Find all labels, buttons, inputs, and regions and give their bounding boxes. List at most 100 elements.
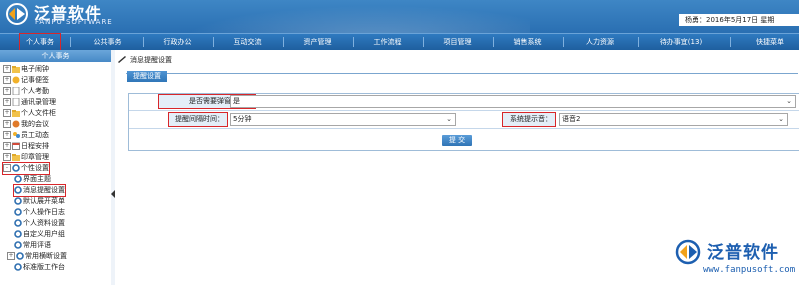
nav-divider (70, 37, 71, 47)
gear-icon (14, 208, 22, 216)
expand-icon[interactable]: + (3, 98, 11, 106)
sidebar-title: 个人事务 (0, 50, 111, 62)
sidebar-item-label: 个人文件柜 (21, 109, 56, 117)
expand-icon[interactable]: + (7, 252, 15, 260)
sidebar-item-schedule[interactable]: + 日程安排 (3, 141, 49, 152)
meeting-icon (12, 120, 20, 128)
user-info: 杨勇：2016年5月17日 星期 (679, 14, 799, 26)
collapse-icon[interactable]: - (3, 164, 11, 172)
nav-admin-office[interactable]: 行政办公 (155, 34, 200, 50)
nav-project-management[interactable]: 项目管理 (435, 34, 480, 50)
sidebar-item-label: 自定义用户组 (23, 230, 65, 238)
top-nav: 个人事务 公共事务 行政办公 互动交流 资产管理 工作流程 项目管理 销售系统 … (0, 33, 799, 51)
expand-icon[interactable]: + (3, 120, 11, 128)
watermark-brand: 泛普软件 (707, 243, 779, 263)
nav-human-resources[interactable]: 人力资源 (575, 34, 625, 50)
sidebar-item-attendance[interactable]: + 个人考勤 (3, 86, 49, 97)
nav-todo[interactable]: 待办事宜(13) (650, 34, 712, 50)
system-sound-select[interactable]: 语音2 ⌄ (559, 113, 788, 126)
sidebar-item-profile-settings[interactable]: 个人资料设置 (14, 218, 65, 229)
nav-divider (563, 37, 564, 47)
chevron-down-icon: ⌄ (786, 97, 792, 105)
sidebar-item-notes[interactable]: + 记事便签 (3, 75, 49, 86)
system-sound-value: 语音2 (562, 115, 581, 123)
gear-icon (16, 252, 24, 260)
settings-icon (12, 164, 20, 172)
sidebar-item-label: 印章管理 (21, 153, 49, 161)
sidebar-item-contacts[interactable]: + 通讯录管理 (3, 97, 56, 108)
sidebar-item-label: 个人考勤 (21, 87, 49, 95)
sidebar-item-personal-settings[interactable]: - 个性设置 (2, 162, 50, 175)
main-content: 消息提醒设置 提醒设置 是否需要弹窗提醒： 是 ⌄ 提醒间隔时间： 5分钟 ⌄ … (116, 50, 799, 285)
sidebar-item-label: 记事便签 (21, 76, 49, 84)
sidebar-splitter[interactable] (111, 50, 115, 285)
gear-icon (14, 175, 22, 183)
reminder-interval-value: 5分钟 (233, 115, 252, 123)
nav-divider (638, 37, 639, 47)
nav-divider (730, 37, 731, 47)
fanpu-watermark: 泛普软件 www.fanpusoft.com (673, 238, 799, 285)
tab-reminder-settings[interactable]: 提醒设置 (127, 71, 167, 82)
sidebar-item-workbench[interactable]: 标准版工作台 (14, 262, 65, 273)
sidebar-item-label: 通讯录管理 (21, 98, 56, 106)
sidebar-item-seal-management[interactable]: + 印章管理 (3, 152, 49, 163)
nav-quick-menu[interactable]: 快捷菜单 (745, 34, 795, 50)
row-divider (129, 110, 799, 111)
collapse-arrow-icon[interactable] (111, 190, 115, 198)
brand-english: FANPU SOFTWARE (35, 18, 113, 26)
sidebar-item-label: 我的会议 (21, 120, 49, 128)
nav-asset-management[interactable]: 资产管理 (295, 34, 340, 50)
submit-button[interactable]: 提 交 (442, 135, 472, 146)
sidebar-item-label: 界面主题 (23, 175, 51, 183)
sidebar-item-ui-theme[interactable]: 界面主题 (14, 174, 51, 185)
folder-icon (12, 110, 20, 117)
nav-divider (213, 37, 214, 47)
expand-icon[interactable]: + (3, 153, 11, 161)
gear-icon (14, 263, 22, 271)
sidebar-item-message-reminder[interactable]: 消息提醒设置 (13, 184, 66, 197)
gear-icon (14, 241, 22, 249)
chevron-down-icon: ⌄ (446, 115, 452, 123)
people-icon (13, 132, 20, 138)
sidebar-item-default-menu[interactable]: 默认展开菜单 (14, 196, 65, 207)
gear-icon (14, 219, 22, 227)
fanpu-logo-icon (6, 3, 28, 25)
nav-divider (423, 37, 424, 47)
nav-interaction[interactable]: 互动交流 (225, 34, 270, 50)
sidebar-item-label: 默认展开菜单 (23, 197, 65, 205)
sidebar-item-operation-log[interactable]: 个人操作日志 (14, 207, 65, 218)
header-decoration (150, 0, 530, 33)
sidebar-item-label: 消息提醒设置 (23, 186, 65, 194)
doc-icon (12, 87, 20, 95)
gear-icon (14, 186, 22, 194)
expand-icon[interactable]: + (3, 109, 11, 117)
sidebar-item-common-settings[interactable]: + 常用横断设置 (7, 251, 67, 262)
pencil-icon (118, 56, 126, 63)
sidebar-item-meetings[interactable]: + 我的会议 (3, 119, 49, 130)
nav-workflow[interactable]: 工作流程 (365, 34, 410, 50)
reminder-interval-select[interactable]: 5分钟 ⌄ (230, 113, 456, 126)
popup-reminder-value: 是 (233, 97, 240, 105)
calendar-icon (12, 142, 20, 150)
sidebar-item-file-cabinet[interactable]: + 个人文件柜 (3, 108, 56, 119)
expand-icon[interactable]: + (3, 131, 11, 139)
nav-divider (283, 37, 284, 47)
sidebar-item-user-groups[interactable]: 自定义用户组 (14, 229, 65, 240)
gear-icon (14, 230, 22, 238)
nav-divider (143, 37, 144, 47)
expand-icon[interactable]: + (3, 65, 11, 73)
sidebar-item-label: 常用评语 (23, 241, 51, 249)
nav-public-affairs[interactable]: 公共事务 (85, 34, 130, 50)
sidebar-item-common-comments[interactable]: 常用评语 (14, 240, 51, 251)
reminder-interval-label: 提醒间隔时间： (168, 112, 228, 127)
expand-icon[interactable]: + (3, 76, 11, 84)
sidebar-item-staff-news[interactable]: + 员工动态 (3, 130, 49, 141)
expand-icon[interactable]: + (3, 142, 11, 150)
nav-personal-affairs[interactable]: 个人事务 (19, 33, 61, 51)
sidebar-item-label: 个性设置 (21, 164, 49, 172)
nav-sales-system[interactable]: 销售系统 (505, 34, 550, 50)
sidebar-item-alarm[interactable]: + 电子闹钟 (3, 64, 49, 75)
expand-icon[interactable]: + (3, 87, 11, 95)
fanpu-watermark-logo-icon (675, 239, 701, 265)
popup-reminder-select[interactable]: 是 ⌄ (230, 95, 796, 108)
